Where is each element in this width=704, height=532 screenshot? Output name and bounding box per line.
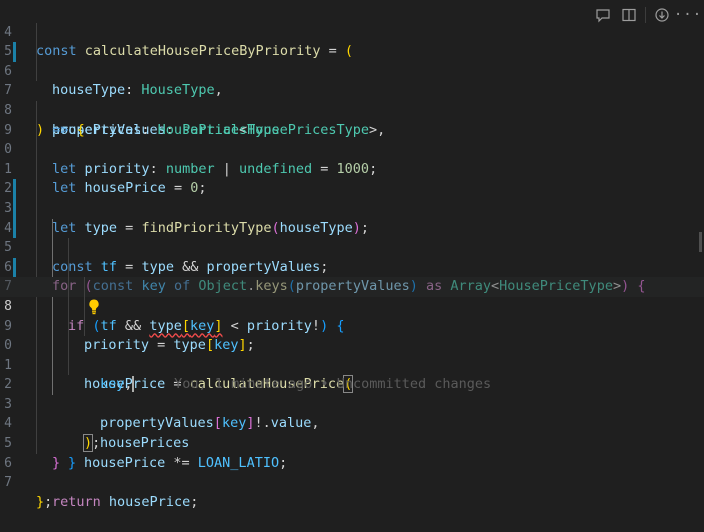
code-line: 7 housePrices: HousePricesType [0,61,704,138]
git-change-marker[interactable] [13,42,16,62]
scrollbar-thumb[interactable] [699,232,702,252]
code-line: 4 for (const key of Object.keys(property… [0,198,704,294]
code-line: 0 housePrices [0,316,704,451]
code-line: 2 housePrice *= LOAN_LATIO; [0,355,704,471]
git-change-marker[interactable] [13,218,16,239]
code-line: 1 [0,140,704,177]
code-line: 9 propertyValues[key]!.value, [0,296,704,431]
code-line: 5 [0,414,704,451]
code-line: 5 if (tf && type[key] < priority!) { [0,218,704,334]
code-line: 3 const tf = type && propertyValues; [0,179,704,275]
code-editor[interactable]: 4 const calculateHousePriceByPriority = … [0,3,704,510]
code-line: 1 ); [0,336,704,453]
lightbulb-icon[interactable] [38,278,99,315]
git-change-marker[interactable] [13,198,16,219]
git-change-marker[interactable] [13,257,16,278]
code-line: 2 let type = findPriorityType(houseType)… [0,159,704,236]
code-line: 8 ) => { [0,81,704,138]
git-change-marker[interactable] [13,179,16,199]
code-line: 7 }; [0,454,704,510]
code-line: 4 const calculateHousePriceByPriority = … [0,3,704,60]
code-line: 5 houseType: HouseType, [0,22,704,98]
code-line: 9 let priority: number | undefined = 100… [0,100,704,177]
code-line: 6 propertyValues: Partial<HousePricesTyp… [0,42,704,138]
code-line: 7 housePrice = calculateHousePrice( [0,257,704,394]
code-line: 6 priority = type[key]; [0,238,704,353]
code-line: 0 let housePrice = 0; [0,120,704,196]
code-line-current: 8 key, You, 1 minute ago • Uncommitted c… [0,277,704,393]
code-line: 6 return housePrice; [0,434,704,510]
code-line: 3 } [0,375,704,471]
line-number: 7 [4,475,12,491]
code-line: 4 } [0,394,704,471]
